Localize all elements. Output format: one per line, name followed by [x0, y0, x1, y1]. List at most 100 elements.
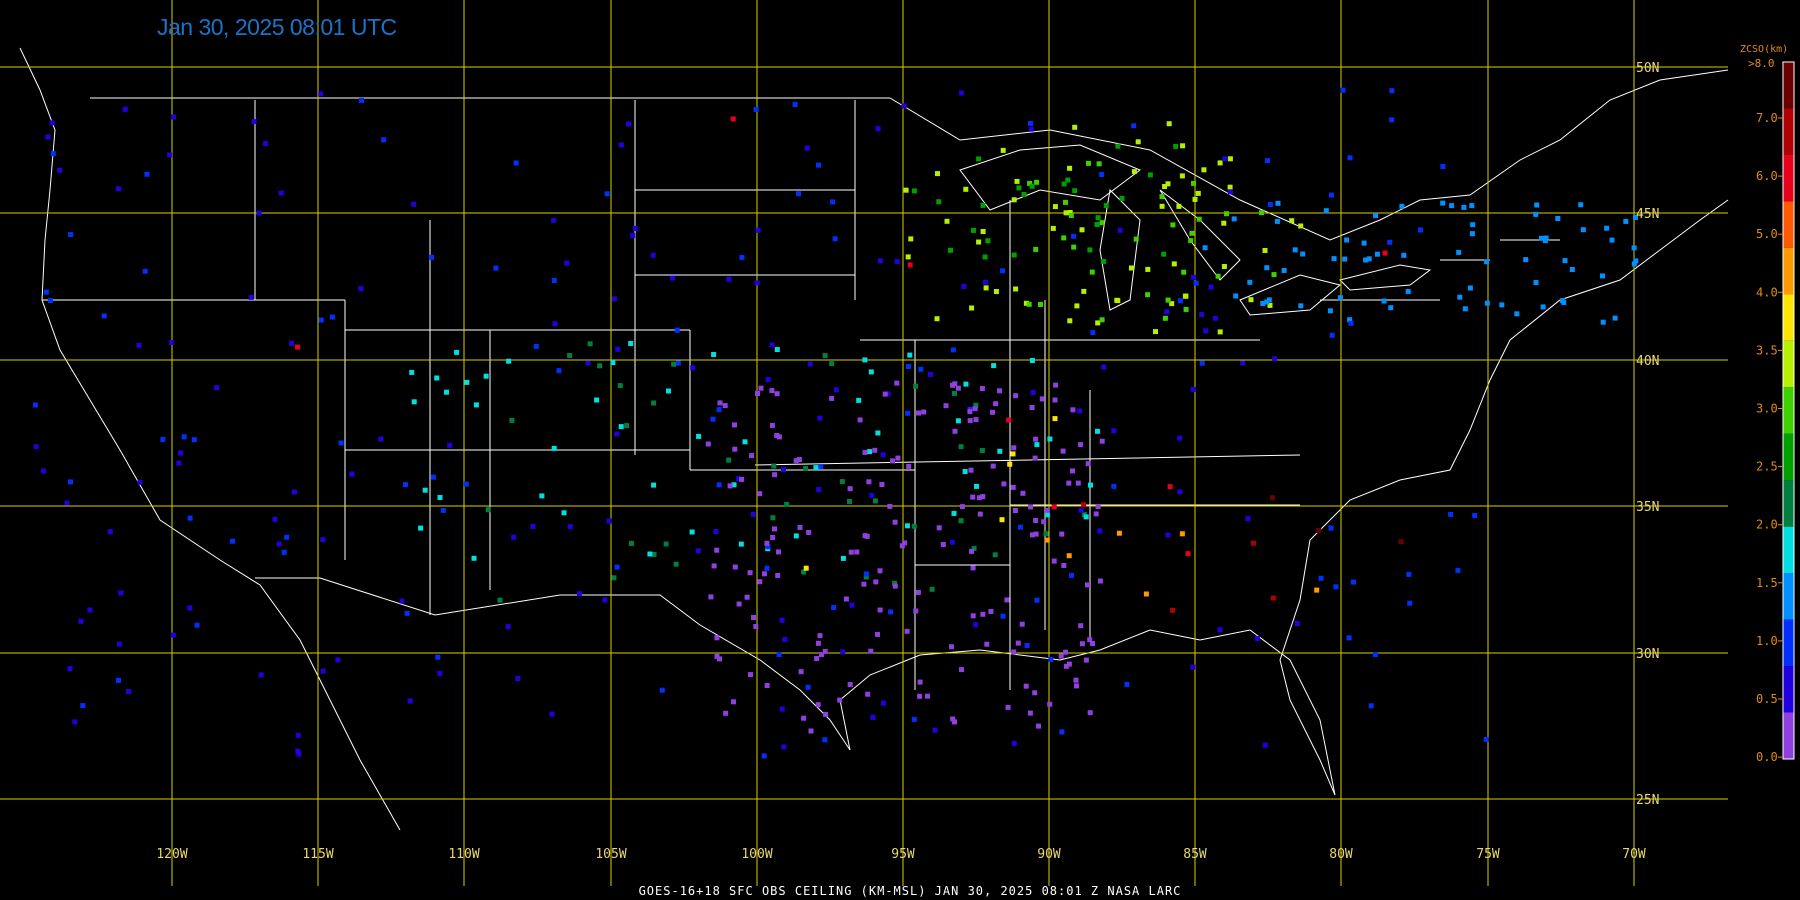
- observation-dot: [1179, 531, 1185, 537]
- observation-dot: [917, 693, 923, 699]
- observation-dot: [892, 519, 898, 525]
- observation-dot: [976, 239, 982, 245]
- observation-dot: [818, 464, 824, 470]
- observation-dot: [116, 186, 121, 192]
- observation-dot: [952, 390, 957, 396]
- legend-tick-label: 1.5: [1756, 576, 1778, 590]
- observation-dot: [358, 286, 364, 292]
- observation-dot: [862, 357, 868, 363]
- observation-dot: [483, 373, 489, 379]
- observation-dot: [1012, 508, 1018, 513]
- observation-dot: [1399, 203, 1405, 209]
- observation-dot: [1061, 235, 1067, 241]
- observation-dot: [732, 564, 738, 570]
- observation-dot: [1071, 233, 1077, 239]
- observation-dot: [1183, 306, 1189, 312]
- observation-dot: [1217, 627, 1223, 633]
- observation-points: [32, 87, 1639, 759]
- observation-dot: [1067, 318, 1073, 324]
- observation-dot: [1190, 386, 1196, 392]
- observation-dot: [949, 644, 954, 650]
- state-borders: [19, 47, 1729, 831]
- observation-dot: [868, 369, 874, 375]
- observation-dot: [1455, 567, 1461, 573]
- observation-dot: [772, 526, 777, 532]
- observation-dot: [907, 262, 913, 268]
- observation-dot: [847, 486, 853, 492]
- observation-dot: [1361, 240, 1367, 246]
- observation-dot: [833, 387, 839, 393]
- observation-dot: [318, 91, 324, 97]
- observation-dot: [1032, 690, 1038, 696]
- observation-dot: [278, 190, 284, 196]
- observation-dot: [1208, 284, 1214, 290]
- observation-dot: [1350, 579, 1356, 585]
- observation-dot: [1085, 582, 1090, 588]
- observation-dot: [801, 715, 807, 721]
- observation-dot: [831, 605, 837, 610]
- observation-dot: [775, 573, 781, 578]
- observation-dot: [1032, 455, 1038, 461]
- observation-dot: [999, 517, 1005, 523]
- observation-dot: [1189, 230, 1195, 236]
- observation-dot: [944, 218, 950, 224]
- observation-dot: [444, 389, 449, 395]
- observation-dot: [1059, 531, 1065, 537]
- observation-dot: [840, 649, 846, 655]
- observation-dot: [671, 361, 677, 367]
- observation-dot: [272, 516, 278, 522]
- observation-dot: [708, 594, 714, 600]
- observation-dot: [1193, 280, 1199, 286]
- observation-dot: [803, 565, 809, 571]
- observation-dot: [1470, 222, 1476, 228]
- observation-dot: [1011, 252, 1017, 258]
- observation-dot: [1472, 513, 1478, 518]
- observation-dot: [754, 280, 760, 286]
- observation-dot: [980, 229, 986, 234]
- observation-dot: [338, 440, 344, 446]
- observation-dot: [116, 677, 121, 683]
- observation-dot: [1199, 360, 1205, 366]
- observation-dot: [437, 495, 443, 500]
- observation-dot: [1159, 194, 1165, 200]
- observation-dot: [934, 316, 940, 322]
- observation-dot: [1271, 272, 1277, 278]
- observation-dot: [839, 479, 845, 485]
- observation-dot: [974, 483, 979, 489]
- observation-dot: [651, 400, 657, 406]
- observation-dot: [690, 365, 696, 371]
- observation-dot: [1079, 227, 1085, 233]
- observation-dot: [1143, 591, 1149, 597]
- lon-label: 75W: [1476, 847, 1500, 862]
- observation-dot: [1081, 288, 1087, 294]
- observation-dot: [1170, 222, 1176, 228]
- observation-dot: [1381, 298, 1387, 304]
- observation-dot: [784, 501, 790, 507]
- observation-dot: [984, 641, 990, 647]
- observation-dot: [1389, 88, 1395, 94]
- observation-dot: [1070, 407, 1076, 413]
- observation-dot: [815, 702, 821, 708]
- observation-dot: [556, 368, 562, 374]
- observation-dot: [632, 225, 638, 231]
- observation-dot: [1090, 330, 1096, 336]
- observation-dot: [262, 141, 268, 146]
- lon-label: 85W: [1183, 847, 1207, 862]
- observation-dot: [1000, 613, 1006, 619]
- observation-dot: [1418, 227, 1423, 233]
- observation-dot: [1298, 223, 1304, 229]
- observation-dot: [990, 409, 995, 415]
- observation-dot: [506, 358, 512, 364]
- observation-dot: [872, 498, 878, 504]
- observation-dot: [1233, 293, 1239, 299]
- observation-dot: [614, 431, 620, 437]
- observation-dot: [1053, 382, 1059, 388]
- observation-dot: [191, 437, 197, 443]
- observation-dot: [381, 137, 387, 143]
- observation-dot: [33, 444, 39, 450]
- observation-dot: [1177, 489, 1183, 495]
- observation-dot: [705, 441, 711, 447]
- observation-dot: [464, 379, 470, 385]
- observation-dot: [429, 254, 434, 260]
- lon-label: 120W: [156, 847, 187, 862]
